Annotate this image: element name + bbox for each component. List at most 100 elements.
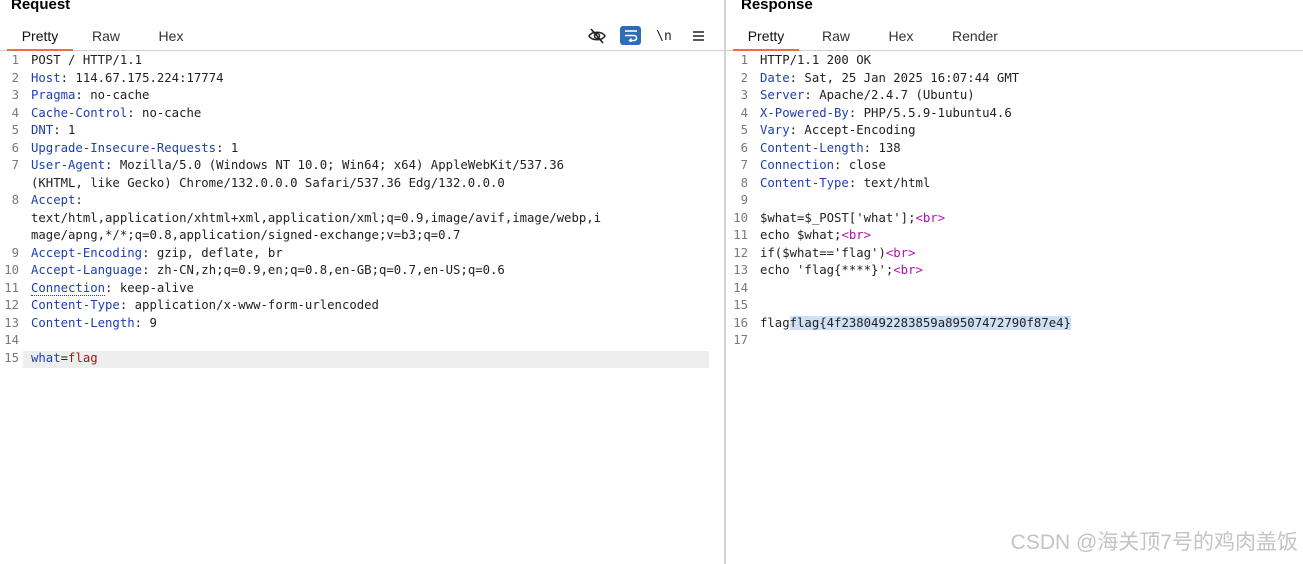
line-content: Server: Apache/2.4.7 (Ubuntu)	[760, 88, 975, 102]
code-line: 17	[726, 333, 1303, 351]
code-line: 1 POST / HTTP/1.1	[0, 53, 724, 71]
request-pane: Request Pretty Raw Hex \n 1 POST / HTTP/1…	[0, 0, 724, 564]
tab-raw[interactable]: Raw	[80, 25, 132, 49]
raw-text: POST / HTTP/1.1	[31, 53, 143, 67]
code-line: 7 Connection: close	[726, 158, 1303, 176]
param-equals: =	[60, 350, 69, 365]
tab-pretty[interactable]: Pretty	[7, 25, 73, 51]
response-editor[interactable]: 1 HTTP/1.1 200 OK 2 Date: Sat, 25 Jan 2025 …	[726, 53, 1303, 564]
code-line: text/html,application/xhtml+xml,applicat…	[0, 211, 724, 229]
html-tag: <br>	[885, 245, 916, 260]
header-name: Date	[760, 70, 790, 85]
tab-raw[interactable]: Raw	[810, 25, 862, 49]
code-line: 12 if($what=='flag')<br>	[726, 246, 1303, 264]
line-number: 12	[4, 298, 19, 312]
line-number: 16	[733, 315, 748, 330]
header-name: Content-Length	[760, 140, 864, 155]
tab-render[interactable]: Render	[941, 25, 1009, 49]
code-line: 6 Upgrade-Insecure-Requests: 1	[0, 141, 724, 159]
tab-hex[interactable]: Hex	[145, 25, 197, 49]
line-content: (KHTML, like Gecko) Chrome/132.0.0.0 Saf…	[31, 176, 505, 190]
line-number: 15	[733, 298, 748, 312]
line-number: 14	[4, 333, 19, 347]
code-line: 15	[726, 298, 1303, 316]
code-line: 3 Pragma: no-cache	[0, 88, 724, 106]
header-name: Accept	[31, 193, 76, 207]
line-content: Pragma: no-cache	[31, 88, 150, 102]
code-line: 2 Date: Sat, 25 Jan 2025 16:07:44 GMT	[726, 71, 1303, 89]
body-text: echo 'flag{****}';	[760, 263, 894, 277]
code-line: 15 what=flag	[0, 350, 724, 368]
header-value: PHP/5.5.9-1ubuntu4.6	[856, 105, 1012, 120]
response-pane: Response Pretty Raw Hex Render 1 HTTP/1.1…	[726, 0, 1303, 564]
line-number: 7	[11, 158, 19, 172]
line-number: 3	[11, 88, 19, 102]
header-value: 114.67.175.224:17774	[68, 70, 224, 85]
wrap-icon[interactable]	[620, 26, 641, 45]
line-content: $what=$_POST['what'];<br>	[760, 211, 945, 225]
code-line: 13 Content-Length: 9	[0, 316, 724, 334]
line-number: 8	[11, 193, 19, 207]
code-line: (KHTML, like Gecko) Chrome/132.0.0.0 Saf…	[0, 176, 724, 194]
code-line: 1 HTTP/1.1 200 OK	[726, 53, 1303, 71]
code-line: 9 Accept-Encoding: gzip, deflate, br	[0, 246, 724, 264]
header-name: Vary	[760, 123, 790, 137]
line-content: Vary: Accept-Encoding	[760, 123, 916, 137]
line-number: 10	[733, 210, 748, 225]
line-content: echo 'flag{****}';<br>	[760, 263, 923, 277]
line-number: 6	[11, 140, 19, 155]
tab-pretty[interactable]: Pretty	[733, 25, 799, 51]
header-value: 1	[60, 123, 76, 137]
line-content: POST / HTTP/1.1	[31, 53, 142, 67]
code-line: 11 Connection: keep-alive	[0, 280, 724, 299]
header-value: gzip, deflate, br	[149, 245, 283, 260]
line-number: 4	[11, 105, 19, 120]
tab-hex[interactable]: Hex	[875, 25, 927, 49]
line-content: Host: 114.67.175.224:17774	[31, 70, 224, 85]
raw-text: HTTP/1.1 200 OK	[760, 53, 872, 67]
request-toolbar: \n	[586, 26, 716, 46]
code-line: 12 Content-Type: application/x-www-form-u…	[0, 298, 724, 316]
code-line: 4 X-Powered-By: PHP/5.5.9-1ubuntu4.6	[726, 106, 1303, 124]
header-name: Pragma	[31, 88, 76, 102]
line-number: 9	[11, 245, 19, 260]
header-name: Connection	[760, 158, 835, 172]
code-line: 8 Accept:	[0, 193, 724, 211]
selected-text: flag{4f2380492283859a89507472790f87e4}	[789, 315, 1071, 330]
header-value: zh-CN,zh;q=0.9,en;q=0.8,en-GB;q=0.7,en-U…	[149, 263, 505, 277]
header-value: 138	[871, 140, 901, 155]
line-content: Content-Length: 138	[760, 140, 901, 155]
line-number: 3	[740, 88, 748, 102]
code-line: 10 $what=$_POST['what'];<br>	[726, 211, 1303, 229]
code-line: 14	[726, 281, 1303, 299]
line-content: DNT: 1	[31, 123, 76, 137]
newline-icon[interactable]: \n	[653, 26, 675, 46]
line-number: 6	[740, 140, 748, 155]
code-line: 3 Server: Apache/2.4.7 (Ubuntu)	[726, 88, 1303, 106]
watermark: CSDN @海关顶7号的鸡肉盖饭	[1010, 531, 1298, 554]
menu-icon[interactable]	[687, 26, 709, 46]
line-number: 10	[4, 263, 19, 277]
line-number: 4	[740, 105, 748, 120]
request-editor[interactable]: 1 POST / HTTP/1.1 2 Host: 114.67.175.224:17…	[0, 53, 724, 564]
eye-off-icon[interactable]	[586, 26, 608, 46]
line-content: what=flag	[31, 351, 98, 365]
header-value: text/html	[856, 175, 931, 190]
line-content: Upgrade-Insecure-Requests: 1	[31, 140, 239, 155]
line-number: 12	[733, 245, 748, 260]
code-line: 8 Content-Type: text/html	[726, 176, 1303, 194]
response-tabs: Pretty Raw Hex Render	[726, 25, 1303, 51]
header-value: Mozilla/5.0 (Windows NT 10.0; Win64; x64…	[112, 158, 565, 172]
line-number: 11	[4, 280, 19, 295]
code-line: 4 Cache-Control: no-cache	[0, 106, 724, 124]
header-name: Content-Type	[31, 298, 120, 312]
header-value: no-cache	[82, 88, 150, 102]
raw-text: (KHTML, like Gecko) Chrome/132.0.0.0 Saf…	[31, 175, 505, 190]
raw-text: text/html,application/xhtml+xml,applicat…	[31, 210, 602, 225]
code-line: 14	[0, 333, 724, 351]
line-content: Content-Type: text/html	[760, 175, 931, 190]
header-value: 9	[142, 315, 157, 330]
header-value: 1	[223, 140, 239, 155]
line-number: 13	[4, 315, 19, 330]
header-value: Sat, 25 Jan 2025 16:07:44 GMT	[797, 70, 1020, 85]
